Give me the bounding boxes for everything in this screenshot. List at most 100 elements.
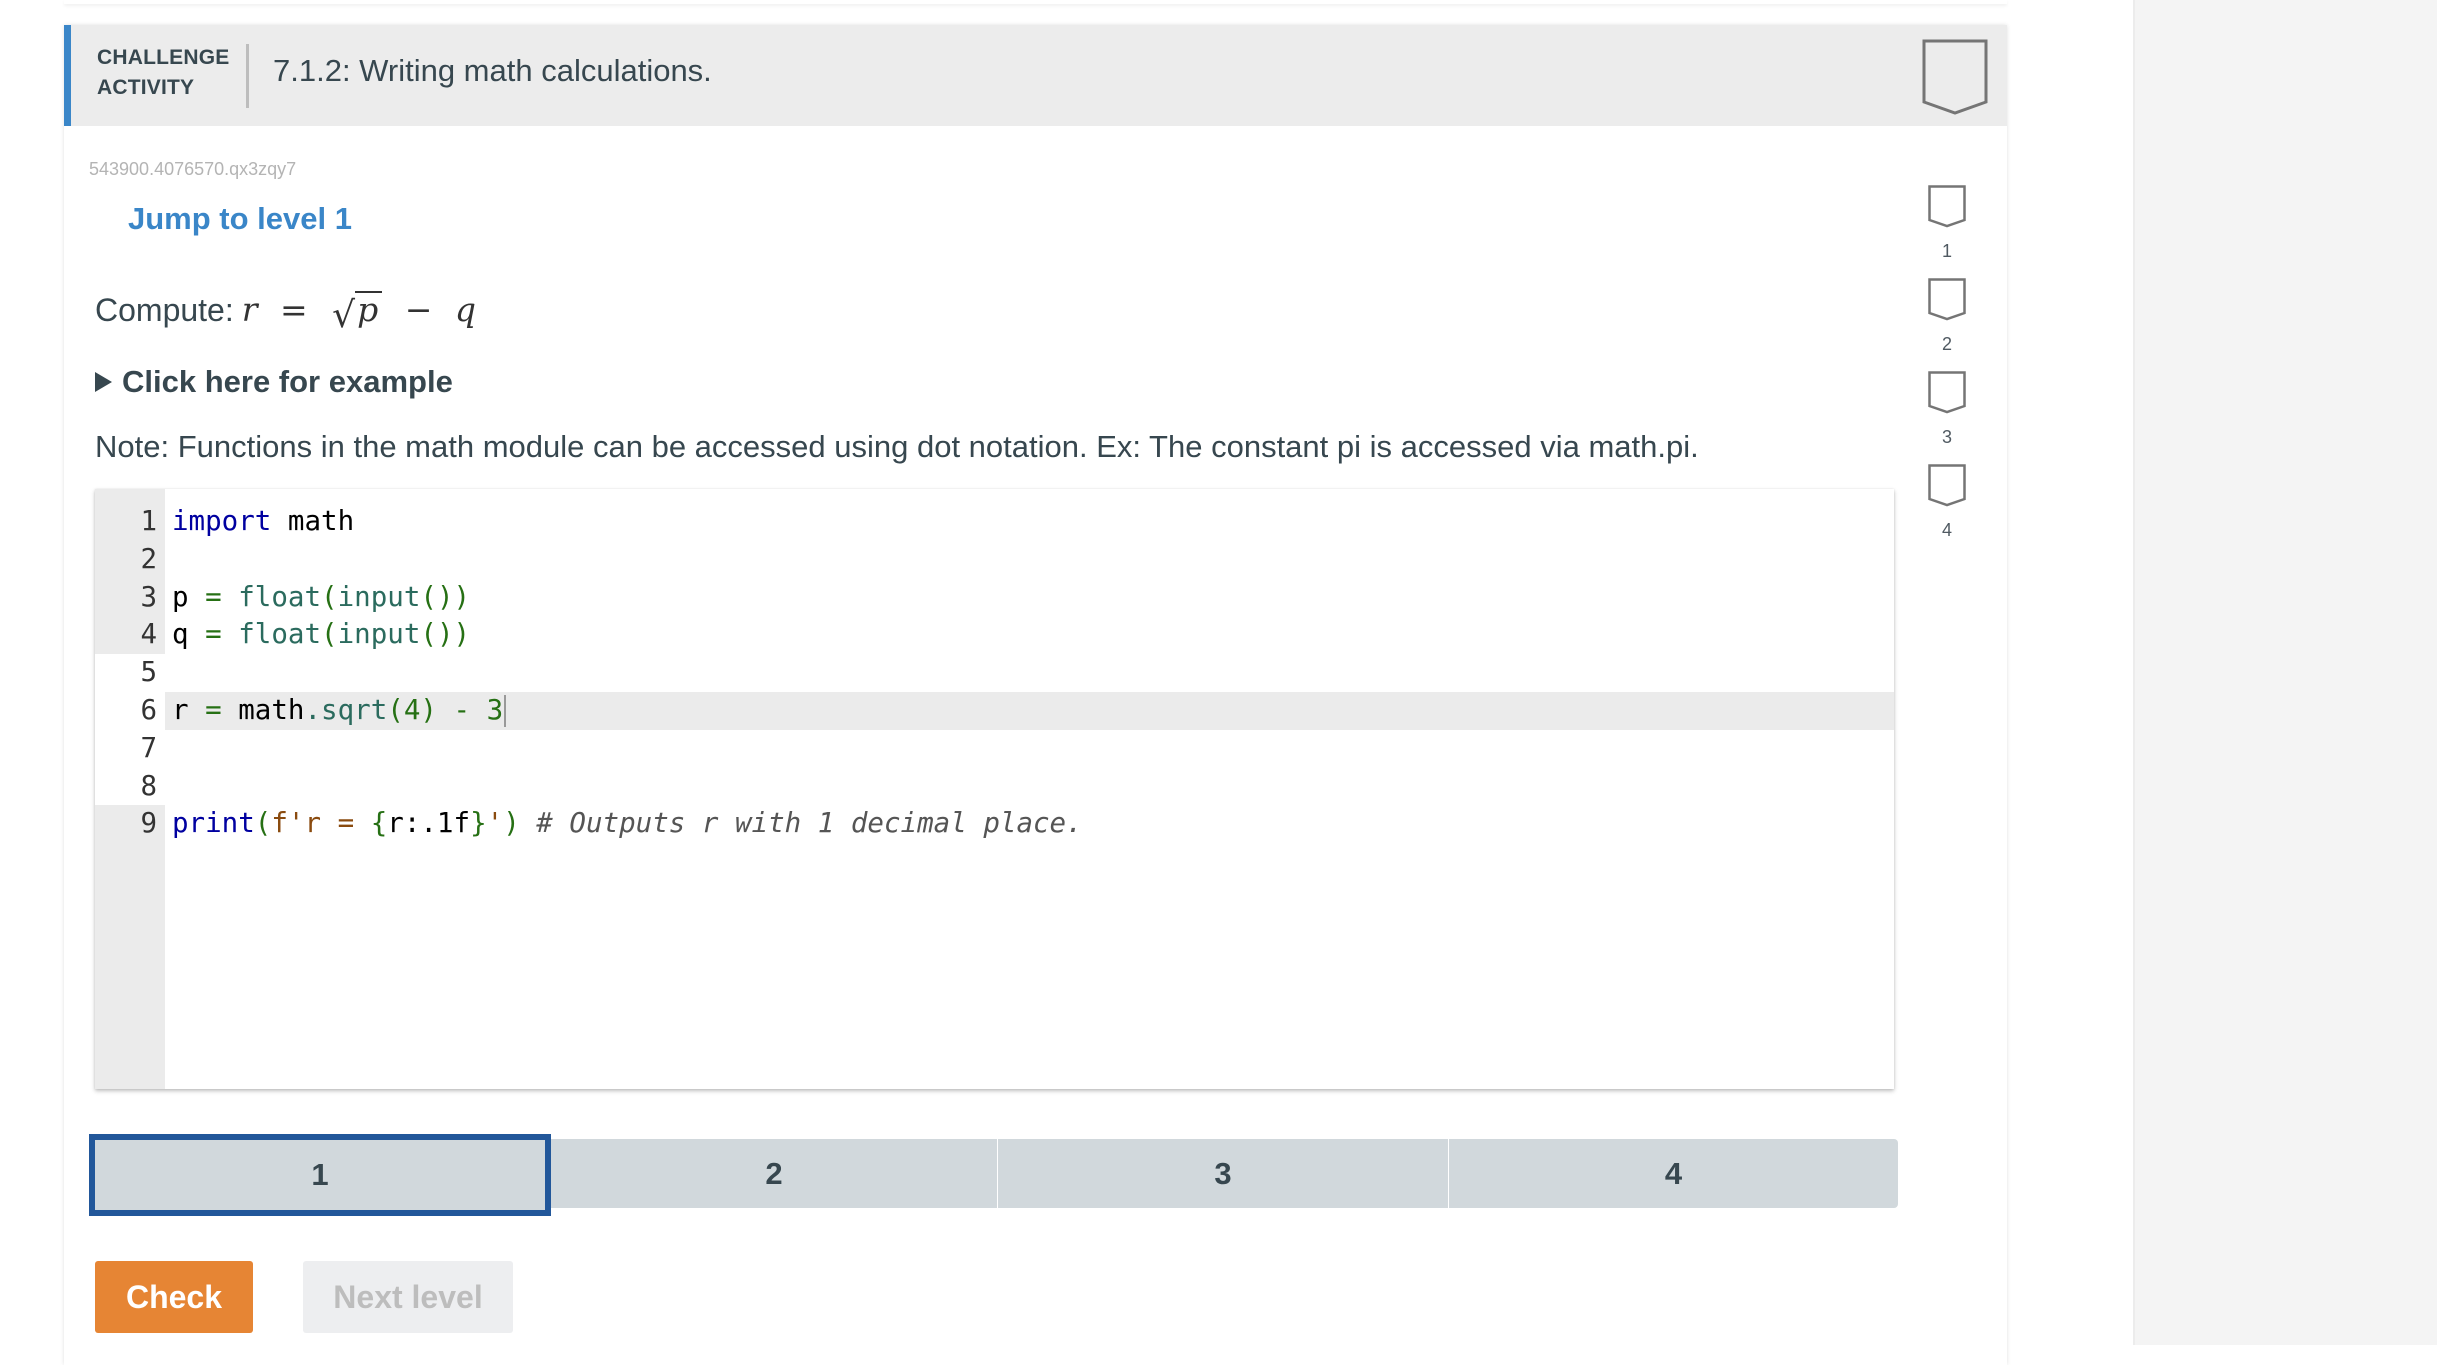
right-side-panel bbox=[2133, 0, 2437, 1345]
formula-lhs: r bbox=[241, 290, 258, 329]
header-accent-bar bbox=[64, 25, 71, 126]
line-number: 8 bbox=[95, 767, 165, 806]
formula-minus: − bbox=[404, 290, 433, 329]
code-token: f'r = bbox=[271, 807, 371, 840]
text-cursor bbox=[504, 694, 507, 727]
code-token: ( bbox=[321, 580, 338, 613]
level-button-2[interactable]: 2 bbox=[551, 1139, 997, 1208]
example-toggle[interactable]: Click here for example bbox=[95, 364, 453, 400]
code-line[interactable]: 3p = float(input()) bbox=[95, 579, 1894, 617]
line-code[interactable]: print(f'r = {r:.1f}') # Outputs r with 1… bbox=[165, 805, 1894, 843]
line-number: 3 bbox=[140, 580, 157, 613]
code-token: = bbox=[205, 693, 222, 726]
activity-type-label: CHALLENGE ACTIVITY bbox=[97, 43, 237, 103]
level-button-3[interactable]: 3 bbox=[997, 1139, 1448, 1208]
example-toggle-label: Click here for example bbox=[122, 364, 453, 399]
line-code[interactable] bbox=[165, 768, 1894, 806]
line-code[interactable] bbox=[165, 730, 1894, 768]
level-selector: 1 2 3 4 bbox=[89, 1134, 1898, 1216]
next-level-button[interactable]: Next level bbox=[303, 1261, 513, 1333]
code-token: r:.1f bbox=[387, 807, 471, 840]
line-number: 5 bbox=[95, 654, 165, 692]
code-token: float bbox=[238, 580, 322, 613]
code-token: p bbox=[172, 580, 206, 613]
formula-equals: = bbox=[280, 290, 308, 329]
formula-rhs: q bbox=[454, 290, 477, 329]
code-line[interactable]: 5 bbox=[95, 654, 1894, 692]
jump-to-level-link[interactable]: Jump to level 1 bbox=[128, 201, 352, 237]
line-number: 9 bbox=[140, 807, 157, 840]
line-number: 4 bbox=[140, 618, 157, 651]
code-line[interactable]: 4q = float(input()) bbox=[95, 616, 1894, 654]
code-line[interactable]: 2 bbox=[95, 541, 1894, 579]
note-text: Note: Functions in the math module can b… bbox=[95, 429, 1699, 464]
expand-triangle-icon bbox=[95, 372, 112, 392]
activity-id: 543900.4076570.qx3zqy7 bbox=[89, 159, 297, 179]
code-line[interactable]: 1 import math bbox=[95, 503, 1894, 541]
code-token: r bbox=[172, 693, 206, 726]
level-badge-4[interactable]: 4 bbox=[1922, 464, 1972, 557]
code-token: print bbox=[172, 807, 255, 840]
code-token: (4) bbox=[387, 693, 437, 726]
code-token: # Outputs r with 1 decimal place. bbox=[519, 807, 1083, 840]
line-code[interactable]: import math bbox=[165, 503, 1894, 541]
badge-icon bbox=[1928, 185, 1966, 228]
code-token: math bbox=[271, 505, 355, 537]
code-lines[interactable]: 1 import math 2 3 p = float(input()) 4 q = flo… bbox=[95, 503, 1894, 843]
header-divider bbox=[246, 44, 249, 108]
line-code[interactable] bbox=[165, 654, 1894, 692]
previous-card-edge bbox=[64, 0, 2007, 4]
sqrt-expression: √ p bbox=[332, 291, 383, 334]
code-line[interactable]: 6r = math.sqrt(4) - 3 bbox=[95, 691, 1894, 730]
badge-icon bbox=[1928, 371, 1966, 414]
code-token: ( bbox=[254, 807, 272, 840]
activity-header: CHALLENGE ACTIVITY 7.1.2: Writing math c… bbox=[64, 25, 2007, 126]
line-number: 1 bbox=[140, 505, 157, 537]
formula: r = √ p − q bbox=[241, 290, 477, 334]
badge-label: 2 bbox=[1941, 334, 1952, 354]
check-button[interactable]: Check bbox=[95, 1261, 253, 1333]
badge-label: 1 bbox=[1941, 241, 1952, 261]
line-number: 6 bbox=[95, 691, 165, 730]
line-code[interactable]: q = float(input()) bbox=[165, 616, 1894, 654]
radicand: p bbox=[355, 291, 383, 328]
code-token: ()) bbox=[420, 618, 471, 651]
code-line[interactable]: 7 bbox=[95, 729, 1894, 768]
activity-title: 7.1.2: Writing math calculations. bbox=[273, 53, 712, 88]
level-button-4[interactable]: 4 bbox=[1448, 1139, 1898, 1208]
code-token: ()) bbox=[420, 580, 471, 613]
line-number: 7 bbox=[95, 729, 165, 768]
code-token: .sqrt bbox=[304, 693, 388, 726]
badge-icon bbox=[1928, 464, 1966, 507]
line-code[interactable]: r = math.sqrt(4) - 3 bbox=[165, 691, 1894, 730]
challenge-activity-card: CHALLENGE ACTIVITY 7.1.2: Writing math c… bbox=[64, 25, 2007, 1365]
code-token: = bbox=[205, 580, 222, 613]
compute-prompt: Compute: r = √ p − q bbox=[95, 290, 477, 334]
code-editor[interactable]: 1 import math 2 3 p = float(input()) 4 q = flo… bbox=[95, 489, 1894, 1089]
code-token: input bbox=[337, 618, 421, 651]
badge-label: 4 bbox=[1941, 520, 1952, 540]
level-button-1[interactable]: 1 bbox=[89, 1134, 551, 1216]
code-token: { bbox=[370, 807, 388, 840]
line-code[interactable] bbox=[165, 541, 1894, 579]
level-badge-1[interactable]: 1 bbox=[1922, 185, 1972, 278]
completion-badge-icon bbox=[1922, 39, 1988, 115]
code-token: math bbox=[221, 693, 305, 726]
code-token: ' bbox=[486, 807, 504, 840]
code-token: } bbox=[470, 807, 487, 840]
compute-label: Compute: bbox=[95, 292, 234, 328]
code-token: 3 bbox=[486, 693, 504, 726]
line-code[interactable]: p = float(input()) bbox=[165, 579, 1894, 617]
badge-label: 3 bbox=[1941, 427, 1952, 447]
level-badge-2[interactable]: 2 bbox=[1922, 278, 1972, 371]
activity-type-line1: CHALLENGE bbox=[97, 46, 230, 69]
code-token: float bbox=[238, 618, 322, 651]
code-line[interactable]: 9 print(f'r = {r:.1f}') # Outputs r with … bbox=[95, 805, 1894, 843]
code-token: input bbox=[337, 580, 421, 613]
level-badge-3[interactable]: 3 bbox=[1922, 371, 1972, 464]
code-token: - bbox=[436, 693, 487, 726]
code-token: import bbox=[172, 505, 272, 537]
code-line[interactable]: 8 bbox=[95, 767, 1894, 806]
code-token: = bbox=[205, 618, 222, 651]
